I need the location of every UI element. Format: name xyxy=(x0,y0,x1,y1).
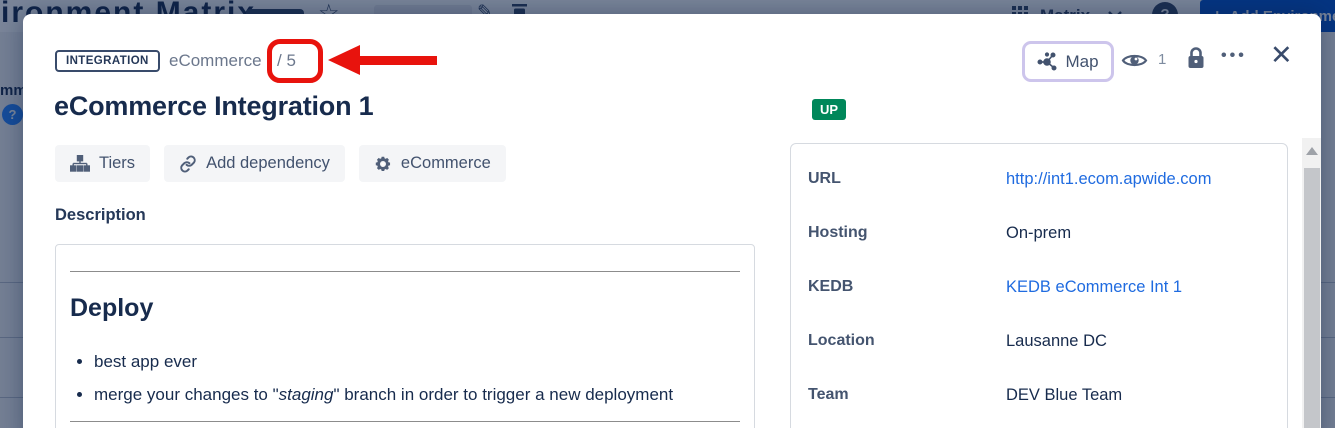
watch-icon[interactable] xyxy=(1121,51,1148,70)
url-link[interactable]: http://int1.ecom.apwide.com xyxy=(1006,170,1211,189)
modal-scrollbar[interactable] xyxy=(1302,138,1321,428)
branch-name: staging xyxy=(279,385,334,404)
more-menu-button[interactable]: ••• xyxy=(1221,47,1247,65)
map-label: Map xyxy=(1065,52,1098,72)
field-label: KEDB xyxy=(808,278,1006,296)
tiers-label: Tiers xyxy=(99,154,135,173)
description-heading: Deploy xyxy=(70,294,754,323)
field-row-kedb: KEDB KEDB eCommerce Int 1 xyxy=(791,260,1287,314)
tiers-hierarchy-icon xyxy=(70,155,90,172)
breadcrumb-category: eCommerce xyxy=(169,51,262,71)
field-value: On-prem xyxy=(1006,224,1071,243)
list-item: best app ever xyxy=(94,349,754,375)
field-row-url: URL http://int1.ecom.apwide.com xyxy=(791,152,1287,206)
scrollbar-thumb[interactable] xyxy=(1304,168,1320,428)
description-card: Deploy best app ever merge your changes … xyxy=(55,244,755,428)
type-badge: INTEGRATION xyxy=(55,50,160,72)
annotation-arrow-shaft xyxy=(357,56,437,65)
gear-icon xyxy=(374,155,392,173)
tiers-button[interactable]: Tiers xyxy=(55,145,150,182)
annotation-highlight-ring xyxy=(267,39,323,83)
field-row-location: Location Lausanne DC xyxy=(791,314,1287,368)
link-icon xyxy=(179,155,197,173)
lock-icon[interactable] xyxy=(1186,46,1206,71)
status-badge: UP xyxy=(812,99,846,120)
field-value: DEV Blue Team xyxy=(1006,386,1122,405)
map-button[interactable]: Map xyxy=(1022,41,1114,82)
field-label: Location xyxy=(808,332,1006,350)
field-label: URL xyxy=(808,170,1006,188)
list-item: merge your changes to "staging" branch i… xyxy=(94,382,754,408)
field-label: Hosting xyxy=(808,224,1006,242)
field-label: Team xyxy=(808,386,1006,404)
description-list: best app ever merge your changes to "sta… xyxy=(56,349,754,408)
field-value: Lausanne DC xyxy=(1006,332,1107,351)
attributes-panel: URL http://int1.ecom.apwide.com Hosting … xyxy=(790,143,1288,428)
category-label: eCommerce xyxy=(401,154,491,173)
description-label: Description xyxy=(55,206,146,225)
add-dependency-label: Add dependency xyxy=(206,154,330,173)
close-icon[interactable]: ✕ xyxy=(1270,40,1293,71)
divider xyxy=(70,421,740,422)
category-button[interactable]: eCommerce xyxy=(359,145,506,182)
environment-details-modal: INTEGRATION eCommerce / 5 Map 1 xyxy=(23,14,1321,428)
watchers-count: 1 xyxy=(1158,51,1166,68)
annotation-arrow-icon xyxy=(328,45,360,75)
toolbar: Tiers Add dependency eCommerce xyxy=(55,145,506,182)
scroll-up-arrow-icon[interactable] xyxy=(1306,147,1318,155)
field-row-team: Team DEV Blue Team xyxy=(791,368,1287,422)
divider xyxy=(70,271,740,272)
kedb-link[interactable]: KEDB eCommerce Int 1 xyxy=(1006,278,1182,297)
field-row-hosting: Hosting On-prem xyxy=(791,206,1287,260)
map-network-icon xyxy=(1037,52,1058,72)
add-dependency-button[interactable]: Add dependency xyxy=(164,145,345,182)
environment-title: eCommerce Integration 1 xyxy=(54,91,374,122)
